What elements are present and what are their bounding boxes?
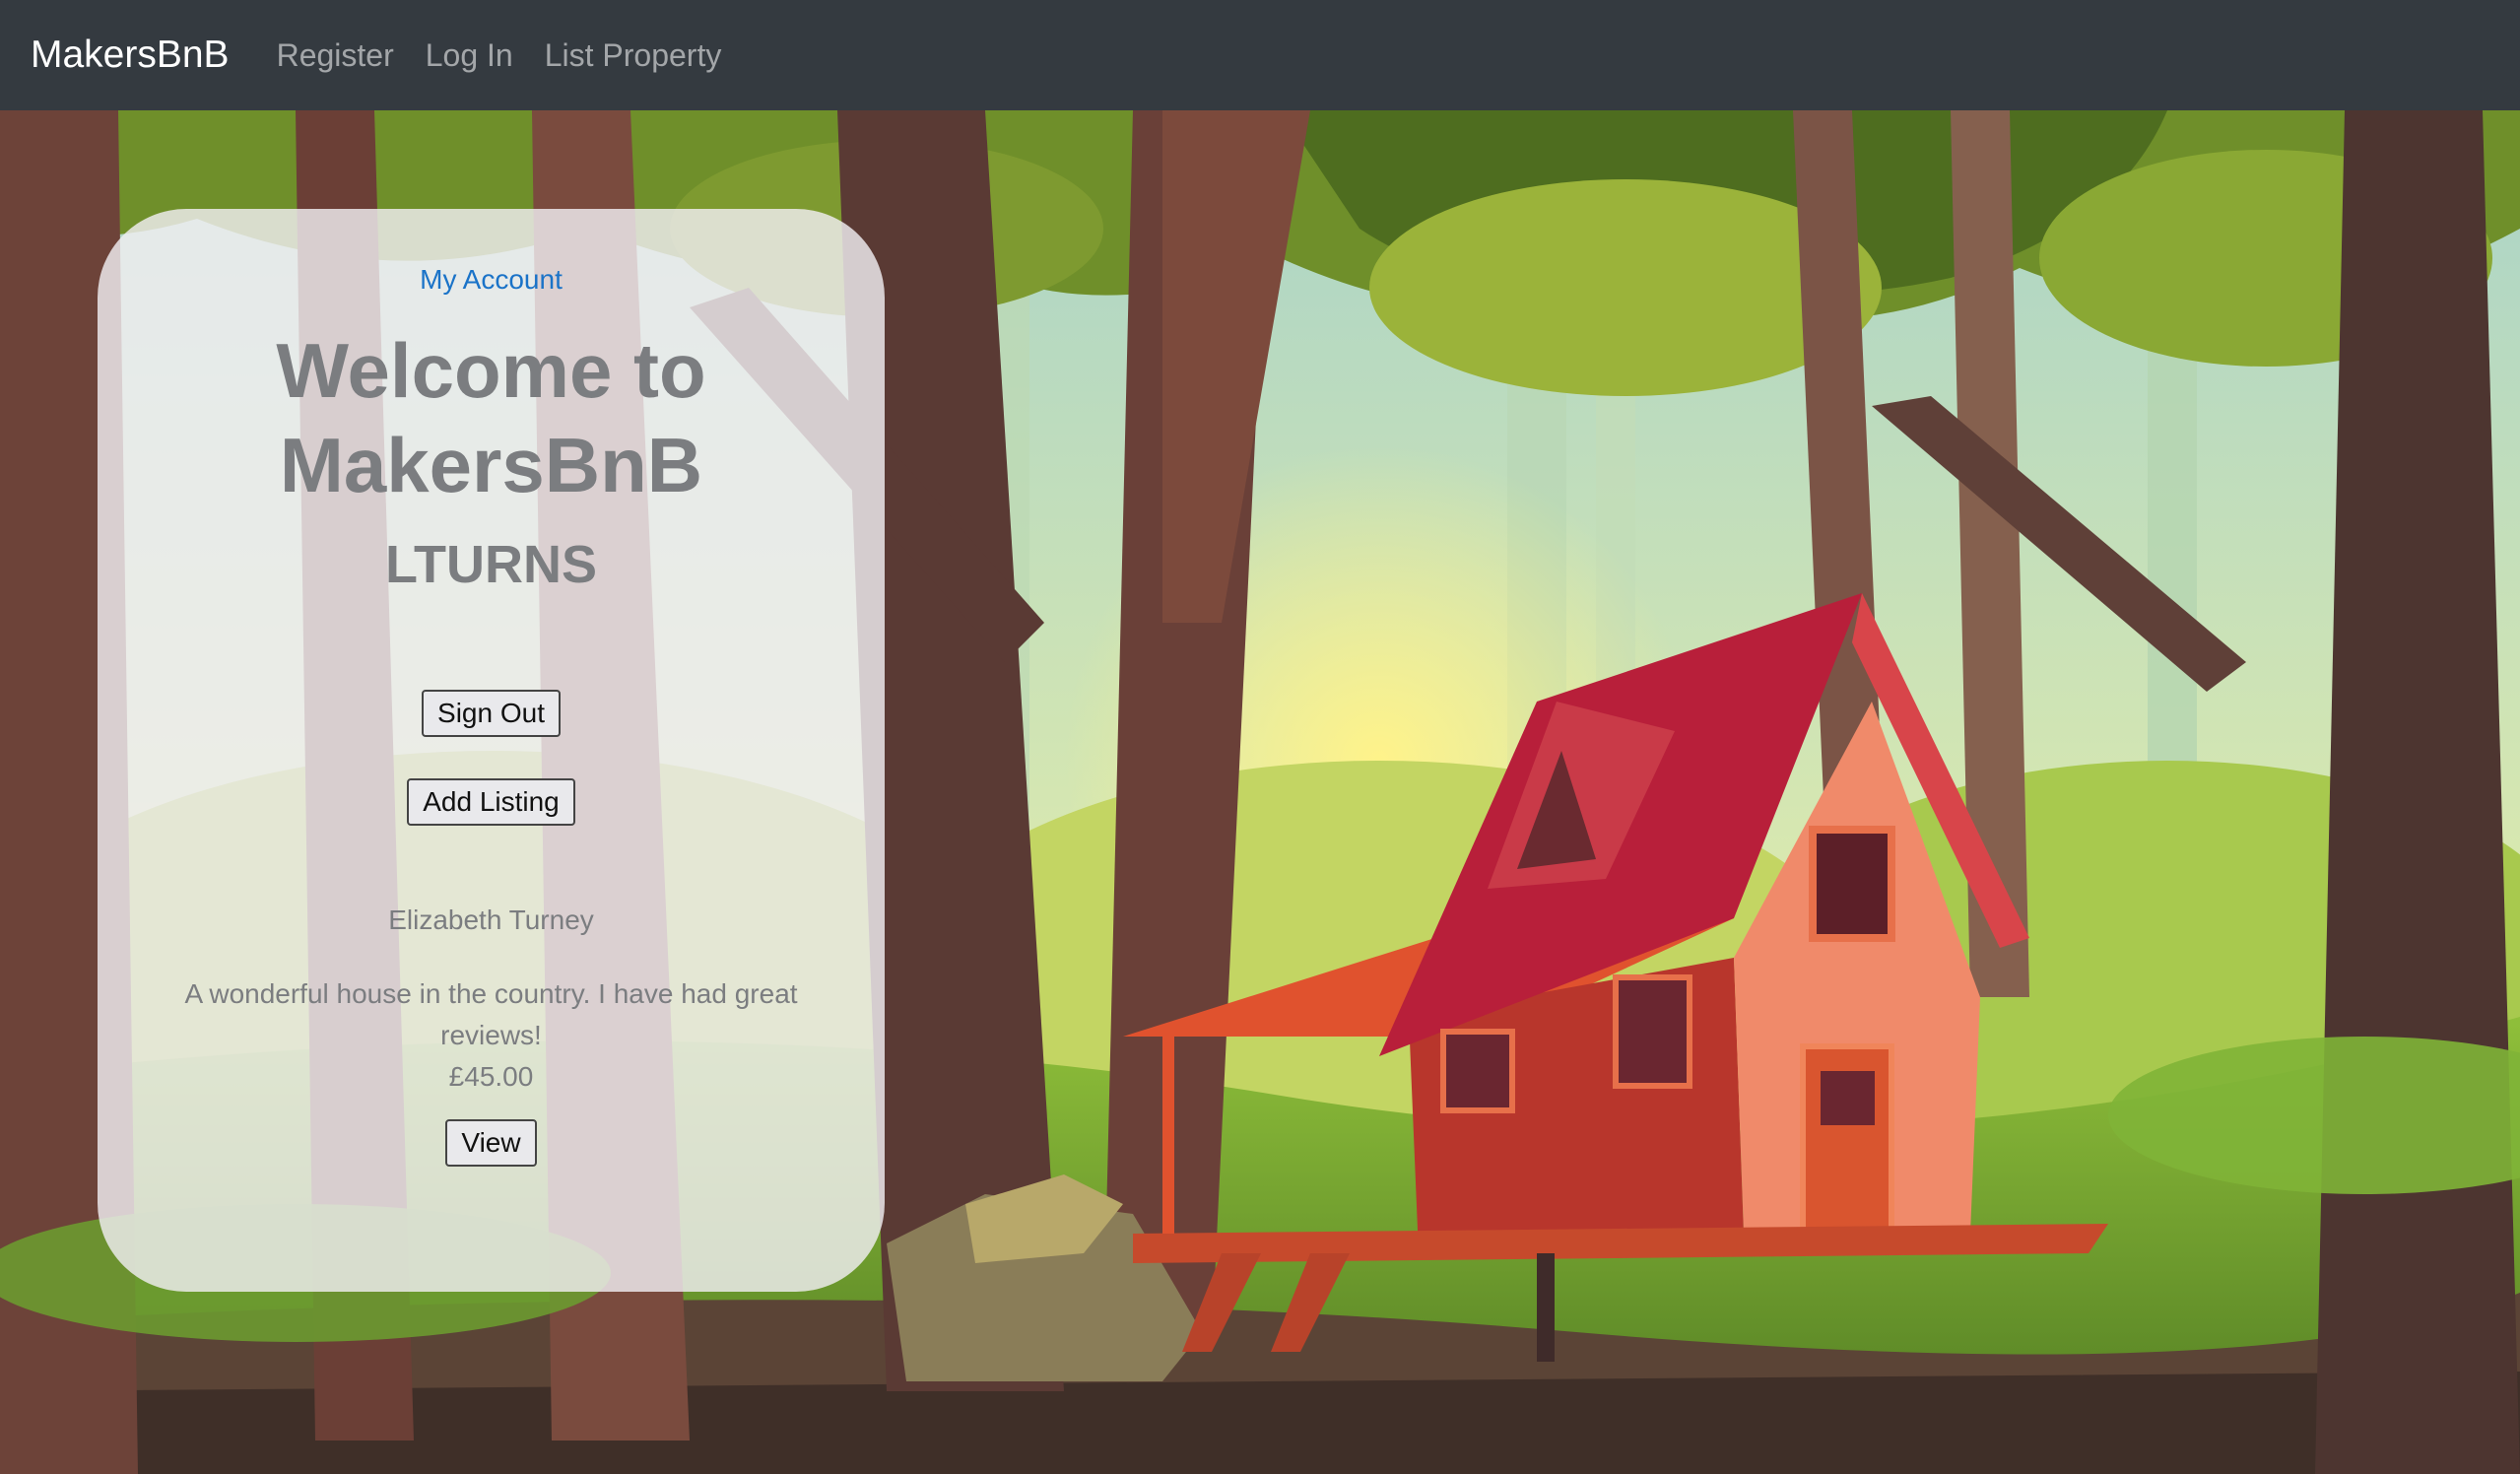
welcome-card: My Account Welcome to MakersBnB LTURNS S…: [98, 209, 885, 1292]
nav-list-property-link[interactable]: List Property: [545, 37, 722, 74]
sign-out-button[interactable]: Sign Out: [422, 690, 561, 737]
add-listing-button[interactable]: Add Listing: [407, 778, 575, 826]
nav-login-link[interactable]: Log In: [426, 37, 513, 74]
my-account-link[interactable]: My Account: [420, 264, 563, 296]
welcome-heading: Welcome to MakersBnB: [276, 327, 706, 508]
nav-register-link[interactable]: Register: [277, 37, 394, 74]
username-heading: LTURNS: [385, 535, 597, 594]
listing-owner-name: Elizabeth Turney: [388, 904, 594, 935]
listing-description: A wonderful house in the country. I have…: [184, 978, 798, 1050]
listing-price: £45.00: [448, 1061, 534, 1092]
brand-logo-link[interactable]: MakersBnB: [31, 34, 230, 77]
navbar: MakersBnB Register Log In List Property: [0, 0, 2520, 110]
view-listing-button[interactable]: View: [445, 1119, 537, 1167]
